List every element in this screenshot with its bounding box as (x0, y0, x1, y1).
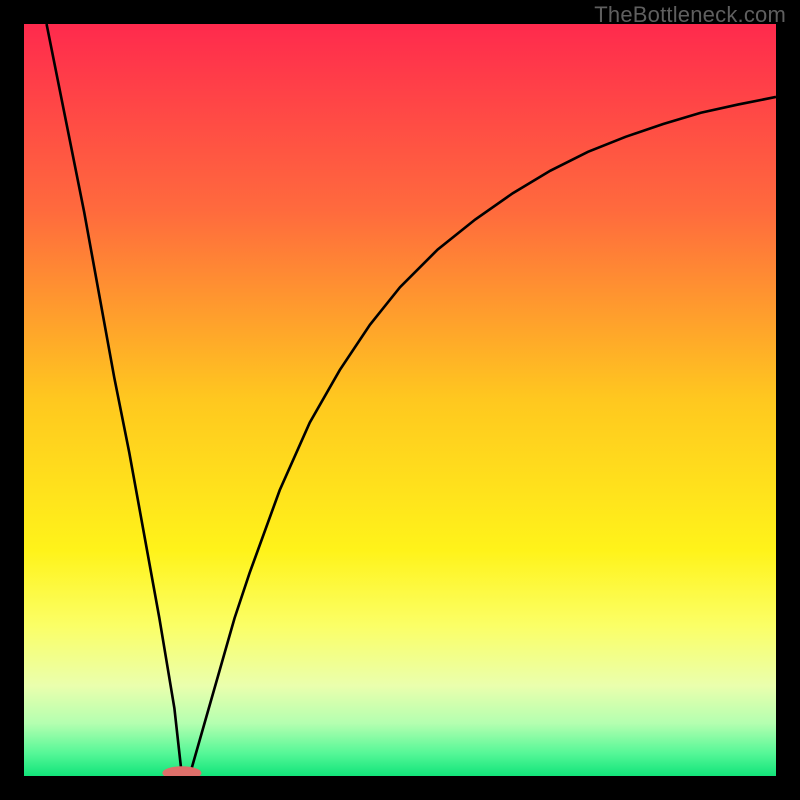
gradient-background (24, 24, 776, 776)
chart-frame: TheBottleneck.com (0, 0, 800, 800)
chart-svg (24, 24, 776, 776)
watermark-text: TheBottleneck.com (594, 2, 786, 28)
plot-area (24, 24, 776, 776)
